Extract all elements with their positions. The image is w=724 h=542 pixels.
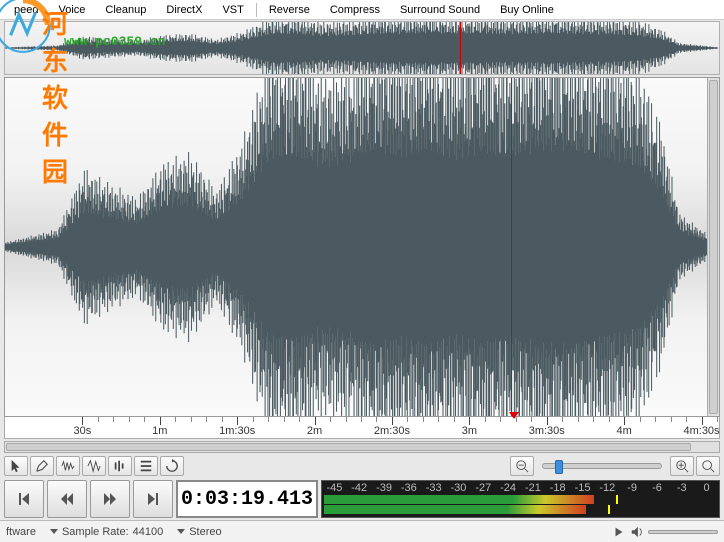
- transport-bar: 0:03:19.413 -45-42-39-36-33-30-27-24-21-…: [4, 480, 720, 518]
- ruler-label: 1m:30s: [219, 425, 255, 437]
- status-bar: ftware Sample Rate: 44100 Stereo: [0, 520, 724, 542]
- ruler-label: 4m: [616, 425, 631, 437]
- ruler-label: 1m: [152, 425, 167, 437]
- menu-surround[interactable]: Surround Sound: [390, 2, 490, 18]
- time-ruler[interactable]: 30s 1m 1m:30s 2m 2m:30s 3m 3m:30s 4m 4m:30s: [4, 417, 720, 439]
- zoom-fit[interactable]: [696, 456, 720, 476]
- playhead[interactable]: [511, 78, 512, 416]
- volume-slider[interactable]: [648, 530, 718, 534]
- meter-peak-r: [608, 505, 610, 514]
- zoom-in-h[interactable]: [670, 456, 694, 476]
- waveform-overview[interactable]: [4, 21, 720, 75]
- menu-cleanup[interactable]: Cleanup: [95, 2, 156, 18]
- menu-compress[interactable]: Compress: [320, 2, 390, 18]
- menu-bar: peed Voice Cleanup DirectX VST Reverse C…: [0, 0, 724, 20]
- ruler-label: 4m:30s: [683, 425, 719, 437]
- wave-tool-3[interactable]: [108, 456, 132, 476]
- menu-speed[interactable]: peed: [4, 2, 48, 18]
- vertical-scrollbar[interactable]: [707, 78, 719, 416]
- waveform-main[interactable]: [4, 77, 720, 417]
- play-small-icon: [612, 525, 626, 539]
- speaker-icon: [630, 525, 644, 539]
- overview-wave: [5, 22, 719, 74]
- meter-scale: -45-42-39-36-33-30-27-24-21-18-15-12-9-6…: [322, 482, 719, 494]
- cursor-tool[interactable]: [4, 456, 28, 476]
- dropdown-icon: [177, 529, 185, 534]
- ruler-label: 30s: [74, 425, 92, 437]
- skip-start-button[interactable]: [4, 480, 44, 518]
- main-wave: [5, 78, 719, 416]
- time-display: 0:03:19.413: [176, 480, 318, 518]
- zoom-thumb[interactable]: [555, 460, 563, 474]
- dropdown-icon: [50, 529, 58, 534]
- ruler-cursor-icon: [509, 412, 519, 419]
- zoom-slider[interactable]: [542, 463, 662, 469]
- status-software: ftware: [6, 526, 36, 538]
- ruler-label: 2m: [307, 425, 322, 437]
- menu-reverse[interactable]: Reverse: [259, 2, 320, 18]
- meter-peak-l: [616, 495, 618, 504]
- ruler-label: 3m: [462, 425, 477, 437]
- skip-end-button[interactable]: [133, 480, 173, 518]
- menu-voice[interactable]: Voice: [48, 2, 95, 18]
- menu-vst[interactable]: VST: [212, 2, 253, 18]
- menu-buy-online[interactable]: Buy Online: [490, 2, 564, 18]
- zoom-out-h[interactable]: [510, 456, 534, 476]
- wave-tool-2[interactable]: [82, 456, 106, 476]
- menu-separator: [256, 3, 257, 17]
- volume-control[interactable]: [612, 525, 718, 539]
- ruler-label: 3m:30s: [529, 425, 565, 437]
- refresh-tool[interactable]: [160, 456, 184, 476]
- level-meter: -45-42-39-36-33-30-27-24-21-18-15-12-9-6…: [321, 480, 720, 518]
- status-sample-rate[interactable]: Sample Rate: 44100: [50, 526, 163, 538]
- status-channels[interactable]: Stereo: [177, 526, 221, 538]
- overview-playhead: [460, 22, 461, 74]
- meter-bar-left: [324, 495, 594, 504]
- ruler-label: 2m:30s: [374, 425, 410, 437]
- forward-button[interactable]: [90, 480, 130, 518]
- tool-row: [4, 455, 720, 477]
- meter-bar-right: [324, 505, 586, 514]
- wave-tool-1[interactable]: [56, 456, 80, 476]
- pencil-tool[interactable]: [30, 456, 54, 476]
- menu-directx[interactable]: DirectX: [156, 2, 212, 18]
- bars-tool[interactable]: [134, 456, 158, 476]
- horizontal-scrollbar[interactable]: [4, 441, 720, 453]
- rewind-button[interactable]: [47, 480, 87, 518]
